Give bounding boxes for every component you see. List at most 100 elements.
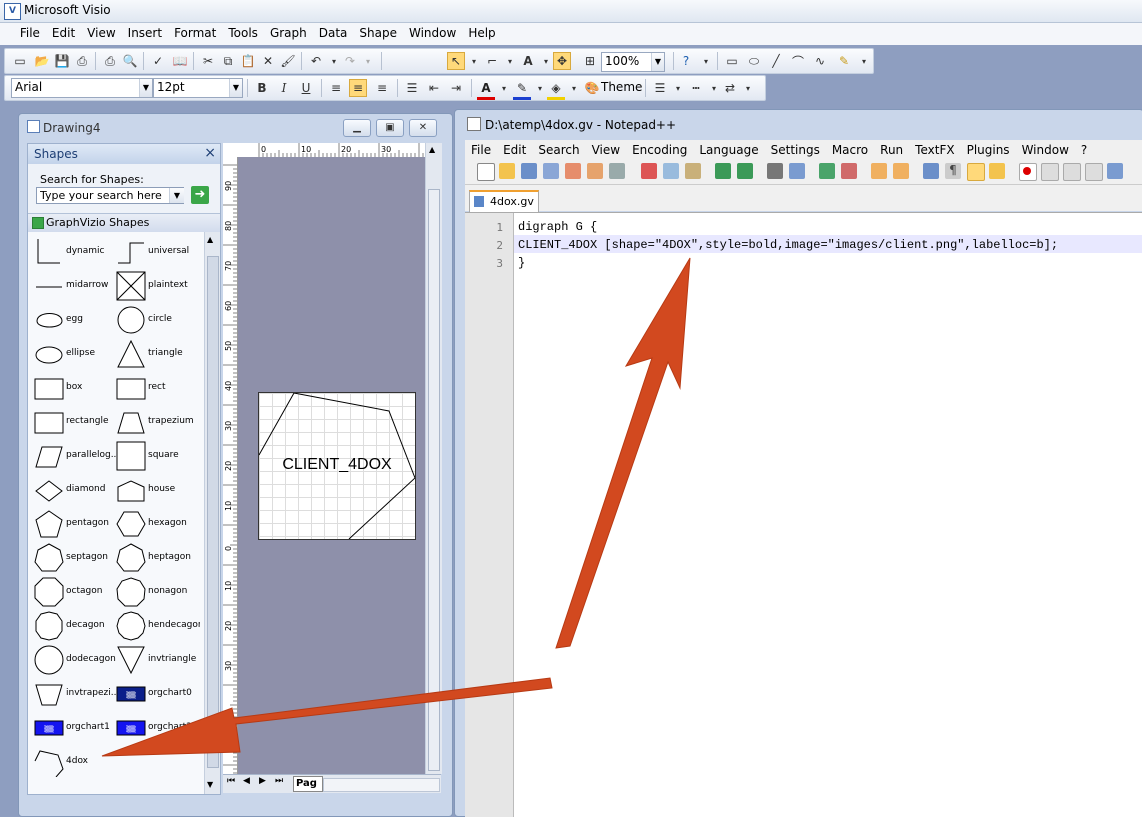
menu-format[interactable]: Format	[168, 23, 222, 45]
stencil-master-square[interactable]: square	[112, 440, 198, 474]
pencil-tool-icon[interactable]: ✎	[835, 52, 853, 70]
stencil-master-heptagon[interactable]: heptagon	[112, 542, 198, 576]
npp-menu-help[interactable]: ?	[1075, 140, 1093, 157]
stencil-master-invtriangle[interactable]: invtriangle	[112, 644, 198, 678]
open-icon[interactable]: 📂	[33, 52, 51, 70]
stencil-master-plaintext[interactable]: plaintext	[112, 270, 198, 304]
stencil-master-egg[interactable]: egg	[30, 304, 116, 338]
stencil-master-septagon[interactable]: septagon	[30, 542, 116, 576]
save-file-icon[interactable]	[521, 163, 537, 179]
font-name-combo[interactable]: Arial ▼	[11, 78, 153, 98]
help-icon[interactable]: ?	[677, 52, 695, 70]
redo-icon[interactable]	[737, 163, 753, 179]
zoom-combo[interactable]: 100% ▼	[601, 52, 665, 72]
npp-menu-language[interactable]: Language	[693, 140, 764, 157]
toolbar-options-icon[interactable]: ▾	[855, 52, 873, 70]
chevron-down-icon[interactable]: ▼	[169, 188, 184, 203]
menu-data[interactable]: Data	[313, 23, 354, 45]
stencil-master-orgchart2[interactable]: ▒▒ orgchart2	[112, 712, 198, 746]
redo-dropdown-icon[interactable]: ▾	[359, 52, 377, 70]
horizontal-scrollbar[interactable]	[323, 778, 440, 792]
align-right-icon[interactable]: ≡	[373, 79, 391, 97]
menu-help[interactable]: Help	[462, 23, 501, 45]
stencil-master-rect[interactable]: rect	[112, 372, 198, 406]
redo-icon[interactable]: ↷	[341, 52, 359, 70]
npp-menu-plugins[interactable]: Plugins	[961, 140, 1016, 157]
replace-icon[interactable]	[789, 163, 805, 179]
theme-icon[interactable]: 🎨	[583, 79, 601, 97]
print-icon[interactable]: ⎙	[101, 52, 119, 70]
close-button[interactable]: ✕	[409, 119, 437, 137]
npp-menu-run[interactable]: Run	[874, 140, 909, 157]
line-weight-dropdown-icon[interactable]: ▾	[669, 79, 687, 97]
npp-menu-encoding[interactable]: Encoding	[626, 140, 693, 157]
line-ends-icon[interactable]: ⇄	[721, 79, 739, 97]
cut-icon[interactable]	[641, 163, 657, 179]
line-tool-icon[interactable]: ╱	[767, 52, 785, 70]
delete-icon[interactable]: ✕	[259, 52, 277, 70]
next-page-icon[interactable]: ▶	[259, 776, 266, 786]
bold-button[interactable]: B	[253, 79, 271, 97]
show-all-chars-icon[interactable]: ¶	[945, 163, 961, 179]
align-center-icon[interactable]: ≡	[349, 79, 367, 97]
menu-insert[interactable]: Insert	[122, 23, 168, 45]
sync-vertical-icon[interactable]	[871, 163, 887, 179]
record-macro-icon[interactable]	[1019, 163, 1037, 181]
print-icon[interactable]	[609, 163, 625, 179]
stencil-master-parallelog[interactable]: parallelog...	[30, 440, 118, 474]
zoom-out-icon[interactable]	[841, 163, 857, 179]
last-page-icon[interactable]: ⏭	[275, 776, 283, 786]
minimize-button[interactable]: ▁	[343, 119, 371, 137]
scroll-thumb[interactable]	[207, 256, 219, 768]
npp-menu-view[interactable]: View	[586, 140, 626, 157]
stencil-master-hexagon[interactable]: hexagon	[112, 508, 198, 542]
stencil-master-decagon[interactable]: decagon	[30, 610, 116, 644]
code-line[interactable]: }	[518, 256, 525, 270]
search-go-icon[interactable]: ➜	[191, 186, 209, 204]
stencil-master-diamond[interactable]: diamond	[30, 474, 116, 508]
npp-menu-window[interactable]: Window	[1016, 140, 1075, 157]
format-painter-icon[interactable]: 🖌	[279, 52, 297, 70]
menu-file[interactable]: File	[14, 23, 46, 45]
first-page-icon[interactable]: ⏮	[227, 776, 235, 786]
menu-view[interactable]: View	[81, 23, 121, 45]
stencil-scrollbar[interactable]: ▲ ▼	[204, 232, 220, 794]
arc-tool-icon[interactable]: ⌒	[789, 52, 807, 70]
restore-button[interactable]: ▣	[376, 119, 404, 137]
file-tab-4dox[interactable]: 4dox.gv	[469, 190, 539, 212]
stencil-master-nonagon[interactable]: nonagon	[112, 576, 198, 610]
stencil-master-pentagon[interactable]: pentagon	[30, 508, 116, 542]
play-macro-icon[interactable]	[1063, 163, 1081, 181]
copy-icon[interactable]: ⧉	[219, 52, 237, 70]
underline-button[interactable]: U	[297, 79, 315, 97]
npp-menu-file[interactable]: File	[465, 140, 497, 157]
close-all-icon[interactable]	[587, 163, 603, 179]
open-file-icon[interactable]	[499, 163, 515, 179]
npp-menu-search[interactable]: Search	[532, 140, 585, 157]
menu-tools[interactable]: Tools	[222, 23, 264, 45]
spelling-icon[interactable]: ✓	[149, 52, 167, 70]
pan-zoom-icon[interactable]: ✥	[553, 52, 571, 70]
play-multiple-icon[interactable]	[1085, 163, 1103, 181]
bullets-icon[interactable]: ☰	[403, 79, 421, 97]
stencil-master-orgchart0[interactable]: ▒▒ orgchart0	[112, 678, 198, 712]
line-ends-dropdown-icon[interactable]: ▾	[739, 79, 757, 97]
canvas-shape-client-4dox[interactable]: CLIENT_4DOX	[258, 392, 416, 540]
prev-page-icon[interactable]: ◀	[243, 776, 250, 786]
save-all-icon[interactable]	[543, 163, 559, 179]
stencil-master-universal[interactable]: universal	[112, 236, 198, 270]
code-line[interactable]: CLIENT_4DOX [shape="4DOX",style=bold,ima…	[518, 238, 1058, 252]
font-color-dropdown-icon[interactable]: ▾	[495, 79, 513, 97]
zoom-in-icon[interactable]	[819, 163, 835, 179]
user-lang-icon[interactable]	[989, 163, 1005, 179]
line-color-icon[interactable]: ✎	[513, 79, 531, 100]
chevron-down-icon[interactable]: ▼	[139, 79, 152, 97]
font-size-combo[interactable]: 12pt ▼	[153, 78, 243, 98]
connector-dropdown-icon[interactable]: ▾	[501, 52, 519, 70]
line-weight-icon[interactable]: ☰	[651, 79, 669, 97]
stencil-master-octagon[interactable]: octagon	[30, 576, 116, 610]
new-icon[interactable]: ▭	[11, 52, 29, 70]
chevron-down-icon[interactable]: ▼	[651, 53, 664, 71]
align-left-icon[interactable]: ≡	[327, 79, 345, 97]
stencil-master-4dox[interactable]: 4dox	[30, 746, 116, 780]
